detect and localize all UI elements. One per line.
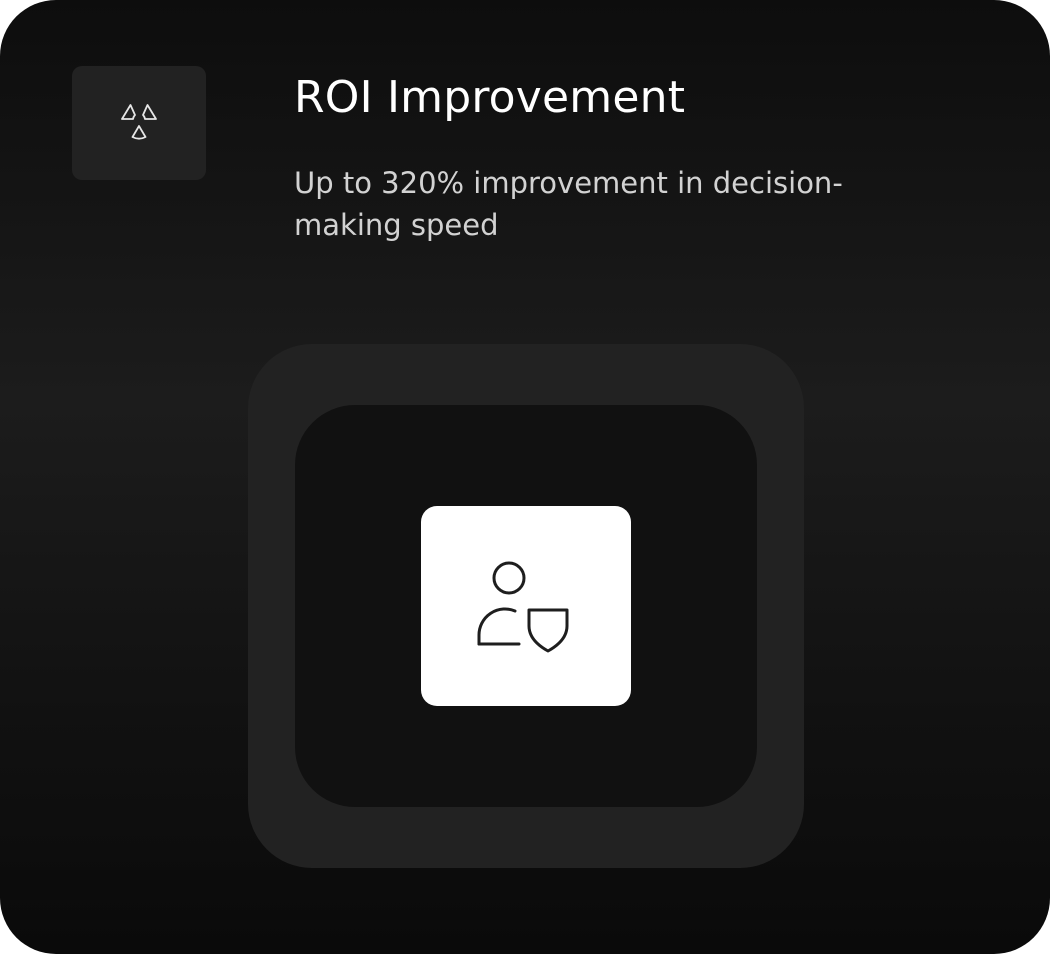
card-description: Up to 320% improvement in decision-makin… bbox=[294, 166, 843, 242]
radiation-icon bbox=[117, 101, 161, 145]
feature-icon-tile bbox=[421, 506, 631, 706]
radiation-badge bbox=[72, 66, 206, 180]
roi-feature-card: ROI Improvement Up to 320% improvement i… bbox=[0, 0, 1050, 954]
user-shield-icon bbox=[471, 556, 581, 656]
card-title: ROI Improvement bbox=[294, 72, 686, 123]
